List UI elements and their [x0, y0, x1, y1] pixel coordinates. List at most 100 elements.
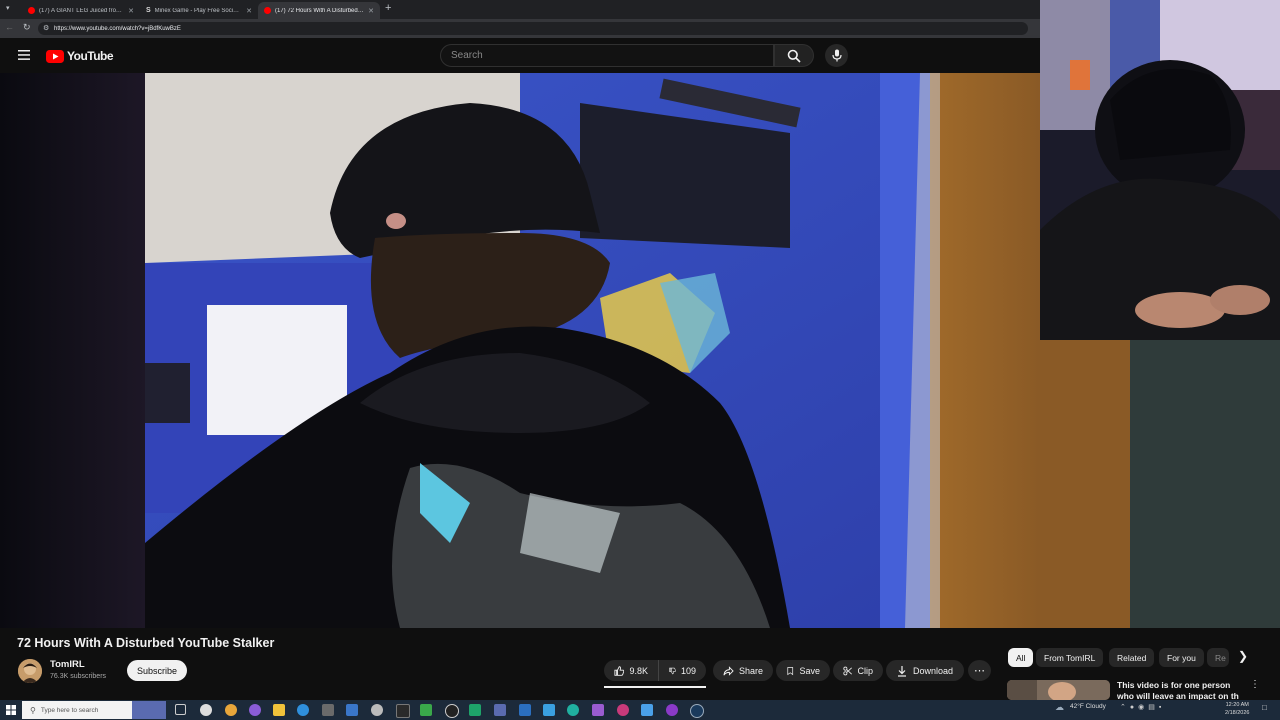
task-view-icon[interactable] — [175, 704, 186, 715]
close-icon[interactable]: ✕ — [246, 7, 252, 15]
windows-start-icon[interactable] — [6, 705, 16, 715]
search-input[interactable]: Search — [440, 44, 774, 67]
taskbar-app-icon[interactable] — [592, 704, 604, 716]
taskbar-app-icon[interactable] — [445, 704, 459, 718]
video-frame-right-fill — [1040, 340, 1280, 628]
taskbar-app-icon[interactable] — [396, 704, 410, 718]
save-label: Save — [799, 665, 820, 676]
taskbar-search-input[interactable]: ⚲ Type here to search — [22, 701, 132, 719]
steam-icon[interactable] — [690, 704, 704, 718]
menu-icon[interactable] — [18, 50, 30, 60]
chrome-icon[interactable] — [225, 704, 237, 716]
taskbar-app-icon[interactable] — [249, 704, 261, 716]
tab-title: (17) A GIANT LEG Juiced from the — [39, 7, 125, 14]
search-button[interactable] — [774, 44, 814, 67]
taskbar-app-icon[interactable] — [617, 704, 629, 716]
chevron-right-icon[interactable]: ❯ — [1238, 649, 1248, 663]
subscriber-count: 76.3K subscribers — [50, 673, 107, 680]
url-text: https://www.youtube.com/watch?v=jBdfKuwB… — [54, 25, 181, 32]
thumbs-up-icon — [614, 665, 625, 676]
clip-label: Clip — [857, 665, 873, 676]
close-icon[interactable]: ✕ — [128, 7, 134, 15]
share-icon — [723, 665, 734, 676]
clip-button[interactable]: Clip — [833, 660, 883, 681]
youtube-icon — [28, 7, 35, 14]
like-button[interactable]: 9.8K — [604, 660, 658, 681]
taskbar-app-icon[interactable] — [371, 704, 383, 716]
clock-date: 2/18/2026 — [1225, 710, 1250, 716]
close-icon[interactable]: ✕ — [368, 7, 374, 15]
chip-all[interactable]: All — [1008, 648, 1034, 667]
dislike-count: 109 — [680, 665, 696, 676]
chip-related[interactable]: Related — [1109, 648, 1155, 667]
video-frame-right — [1040, 340, 1280, 628]
share-button[interactable]: Share — [713, 660, 773, 681]
youtube-logo[interactable]: YouTube — [46, 49, 114, 63]
s-icon: S — [146, 7, 151, 14]
tab-title: (17) 72 Hours With A Disturbed Yo — [275, 7, 365, 14]
download-icon — [898, 665, 906, 677]
taskbar-app-icon[interactable] — [469, 704, 481, 716]
more-icon: ⋯ — [974, 665, 985, 677]
browser-tab[interactable]: (17) A GIANT LEG Juiced from the ✕ — [22, 2, 140, 19]
taskbar-app-icon[interactable] — [666, 704, 678, 716]
bookmark-icon — [787, 666, 794, 675]
weather-icon: ☁ — [1055, 702, 1064, 712]
file-explorer-icon[interactable] — [273, 704, 285, 716]
taskbar-app-icon[interactable] — [519, 704, 531, 716]
taskbar-app-icon[interactable] — [543, 704, 555, 716]
tab-title: Minex Game - Play Free Social Ca — [154, 7, 243, 14]
youtube-play-icon — [46, 49, 64, 63]
taskbar-search-placeholder: Type here to search — [40, 706, 99, 714]
browser-tab[interactable]: S Minex Game - Play Free Social Ca ✕ — [140, 2, 258, 19]
channel-name[interactable]: TomIRL — [50, 659, 85, 670]
chip-for-you[interactable]: For you — [1159, 648, 1204, 667]
video-player[interactable] — [0, 73, 1040, 628]
save-button[interactable]: Save — [776, 660, 830, 681]
taskbar-app-icon[interactable] — [322, 704, 334, 716]
reload-icon[interactable]: ↻ — [23, 22, 31, 33]
logo-text: YouTube — [67, 49, 114, 63]
edge-icon[interactable] — [297, 704, 309, 716]
share-label: Share — [738, 665, 763, 676]
search-placeholder: Search — [451, 50, 483, 61]
voice-search-button[interactable] — [825, 44, 848, 67]
video-title: 72 Hours With A Disturbed YouTube Stalke… — [17, 636, 275, 650]
back-icon[interactable]: ← — [5, 22, 14, 32]
new-tab-button[interactable]: + — [385, 2, 391, 14]
recommended-video-thumbnail[interactable] — [1007, 680, 1110, 700]
taskbar-app-icon[interactable] — [641, 704, 653, 716]
browser-tab-strip: ▾ (17) A GIANT LEG Juiced from the ✕ S M… — [0, 0, 1040, 19]
taskbar-app-icon[interactable] — [346, 704, 358, 716]
webcam-overlay — [1040, 0, 1280, 340]
video-frame — [0, 73, 1040, 628]
url-field[interactable]: ⚙ https://www.youtube.com/watch?v=jBdfKu… — [38, 22, 1028, 35]
chip-from-channel[interactable]: From TomIRL — [1036, 648, 1104, 667]
microphone-icon — [831, 49, 842, 62]
subscribe-button[interactable]: Subscribe — [127, 660, 187, 681]
like-progress-bar — [604, 686, 706, 688]
site-info-icon[interactable]: ⚙ — [43, 24, 49, 32]
tray-icons[interactable]: ⌃●◉▤▪ — [1120, 703, 1165, 711]
download-button[interactable]: Download — [886, 660, 964, 681]
more-actions-button[interactable]: ⋯ — [968, 660, 991, 681]
scissors-icon — [843, 666, 852, 675]
weather-status[interactable]: 42°F Cloudy — [1070, 703, 1106, 710]
thumbnail-image — [1007, 680, 1110, 700]
recommended-video-title[interactable]: This video is for one person who will le… — [1117, 680, 1242, 700]
browser-tab-active[interactable]: (17) 72 Hours With A Disturbed Yo ✕ — [258, 2, 380, 19]
taskbar-app-icon[interactable] — [420, 704, 432, 716]
tab-search-icon[interactable]: ▾ — [6, 4, 10, 12]
system-clock[interactable]: 12:20 AM 2/18/2026 — [1225, 701, 1249, 717]
search-icon — [787, 49, 801, 63]
taskbar-app-icon[interactable] — [200, 704, 212, 716]
taskbar-app-icon[interactable] — [567, 704, 579, 716]
chip-partial[interactable]: Re — [1207, 648, 1229, 667]
taskbar-app-icon[interactable] — [494, 704, 506, 716]
dislike-button[interactable]: 109 — [658, 660, 706, 681]
kebab-menu-icon[interactable]: ⋮ — [1250, 679, 1260, 690]
notification-icon[interactable]: □ — [1262, 703, 1267, 712]
avatar[interactable] — [18, 659, 42, 683]
clock-time: 12:20 AM — [1225, 702, 1249, 708]
taskbar-app-icon[interactable] — [132, 701, 166, 719]
